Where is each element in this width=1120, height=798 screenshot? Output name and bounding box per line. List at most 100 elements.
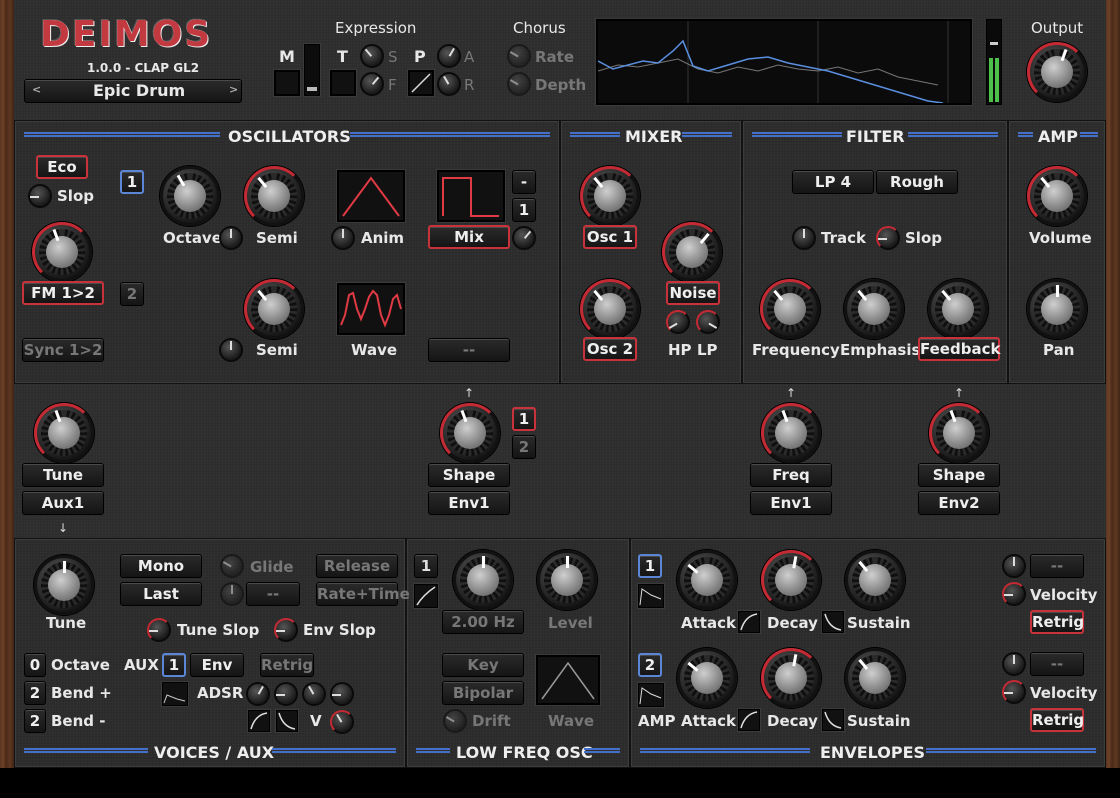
track-knob[interactable] [792,226,816,250]
noise-level-knob[interactable] [662,222,722,282]
env2-retrig-button[interactable]: Retrig [1030,708,1084,732]
glide-knob[interactable] [220,554,244,578]
preset-next-button[interactable]: > [229,83,238,96]
semi2-knob[interactable] [244,279,304,339]
attack-curve-icon[interactable] [248,710,270,732]
env2-velocity-amount-knob[interactable] [1002,680,1026,704]
pan-knob[interactable] [1027,279,1087,339]
fm-knob[interactable] [32,222,92,282]
aux-sustain-knob[interactable] [302,682,326,706]
env1-attack-knob[interactable] [677,550,737,610]
shape-mod-target-button[interactable]: Shape [428,463,510,487]
osc2-mixer-button[interactable]: Osc 2 [583,337,637,361]
anim-knob[interactable] [331,226,355,250]
env1-decay-knob[interactable] [761,550,821,610]
feedback-knob[interactable] [928,279,988,339]
osc1-level-knob[interactable] [580,166,640,226]
sync-button[interactable]: Sync 1>2 [22,338,104,362]
chorus-depth-knob[interactable] [507,72,531,96]
aux-attack-knob[interactable] [246,682,270,706]
env2-velocity-knob[interactable] [1002,652,1026,676]
env1-retrig-button[interactable]: Retrig [1030,610,1084,634]
lp-knob[interactable] [696,310,720,334]
lfo-level-knob[interactable] [537,550,597,610]
volume-knob[interactable] [1027,166,1087,226]
lfo-drift-knob[interactable] [443,709,467,733]
shape2-mod-target-button[interactable]: Shape [918,463,1000,487]
semi2-fine-knob[interactable] [219,338,243,362]
env2-attack-curve-icon[interactable] [738,709,760,731]
eco-button[interactable]: Eco [36,155,88,179]
octave-value[interactable]: 0 [24,653,46,677]
noise-button[interactable]: Noise [666,281,720,305]
filter-slop-knob[interactable] [876,226,900,250]
osc-one-button[interactable]: 1 [512,198,536,222]
env1-velocity-amount-knob[interactable] [1002,582,1026,606]
feedback-button[interactable]: Feedback [918,337,1000,361]
s-knob[interactable] [360,44,384,68]
lfo-number[interactable]: 1 [414,554,438,578]
tune-slop-knob[interactable] [147,618,171,642]
osc1-mixer-button[interactable]: Osc 1 [583,225,637,249]
lfo-bipolar-button[interactable]: Bipolar [442,681,524,705]
aux-env-button[interactable]: Env [190,653,244,677]
filter-rough-button[interactable]: Rough [876,170,958,194]
osc2-select[interactable]: 2 [120,282,144,306]
osc2-dash-button[interactable]: -- [428,338,510,362]
preset-prev-button[interactable]: < [32,83,41,96]
freq-mod-target-button[interactable]: Freq [750,463,832,487]
mod-wheel-slider[interactable] [304,44,320,96]
env2-select[interactable]: 2 [638,653,662,677]
env-slop-knob[interactable] [274,618,298,642]
frequency-knob[interactable] [760,279,820,339]
env1-attack-curve-icon[interactable] [738,611,760,633]
mix-button[interactable]: Mix [428,225,510,249]
last-button[interactable]: Last [120,582,202,606]
env2-attack-knob[interactable] [677,648,737,708]
shape-mod-knob[interactable] [440,403,500,463]
shape2-mod-knob[interactable] [929,403,989,463]
bend-minus-value[interactable]: 2 [24,709,46,733]
octave-knob[interactable] [160,166,220,226]
aux1-source-button[interactable]: Aux1 [22,491,104,515]
aux-retrig-button[interactable]: Retrig [260,653,314,677]
bend-plus-value[interactable]: 2 [24,681,46,705]
osc-minus-button[interactable]: - [512,170,536,194]
mono-button[interactable]: Mono [120,554,202,578]
voice-tune-knob[interactable] [34,555,94,615]
lfo-rate-value[interactable]: 2.00 Hz [442,610,524,634]
fm-1-2-button[interactable]: FM 1>2 [22,281,104,305]
aux-release-knob[interactable] [330,682,354,706]
freq-mod-knob[interactable] [761,403,821,463]
env1-select[interactable]: 1 [638,554,662,578]
aux-number-button[interactable]: 1 [162,653,186,677]
osc2-level-knob[interactable] [580,279,640,339]
osc1-select[interactable]: 1 [120,170,144,194]
lfo-rate-knob[interactable] [453,550,513,610]
env1-decay-curve-icon[interactable] [822,611,844,633]
r-knob[interactable] [437,72,461,96]
lfo-shape-icon[interactable] [414,584,438,608]
tune-mod-knob[interactable] [34,403,94,463]
tune-mod-target-button[interactable]: Tune [22,463,104,487]
mix-knob[interactable] [512,226,536,250]
aux-velocity-knob[interactable] [330,710,354,734]
freq-env1-source-button[interactable]: Env1 [750,491,832,515]
env1-velocity-knob[interactable] [1002,554,1026,578]
release-button[interactable]: Release [316,554,398,578]
glide-amount-knob[interactable] [220,582,244,606]
env1-dash-button[interactable]: -- [1030,554,1084,578]
env2-decay-knob[interactable] [761,648,821,708]
hp-knob[interactable] [666,310,690,334]
chorus-rate-knob[interactable] [507,44,531,68]
mod-osc2-button[interactable]: 2 [512,435,536,459]
f-knob[interactable] [360,72,384,96]
rate-time-button[interactable]: Rate+Time [316,582,410,606]
aux-decay-knob[interactable] [274,682,298,706]
output-knob[interactable] [1027,42,1087,102]
env2-source-button[interactable]: Env2 [918,491,1000,515]
octave-fine-knob[interactable] [219,226,243,250]
env2-dash-button[interactable]: -- [1030,652,1084,676]
filter-type-button[interactable]: LP 4 [792,170,874,194]
decay-curve-icon[interactable] [276,710,298,732]
